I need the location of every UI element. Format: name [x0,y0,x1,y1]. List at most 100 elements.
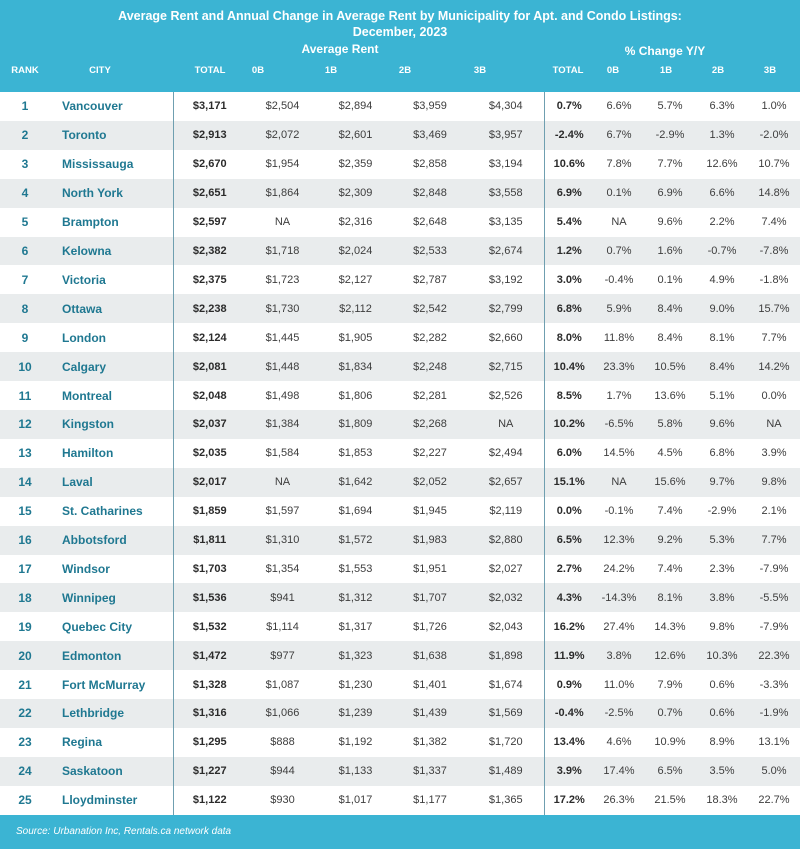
city-cell: Laval [50,467,173,497]
pct-change-0b-cell: 12.3% [594,525,644,555]
pct-change-2b-cell: 10.3% [696,641,748,671]
avg-rent-total-cell: $2,238 [172,294,246,324]
avg-rent-3b-cell: $2,880 [468,525,544,555]
pct-change-1b-cell: 1.6% [644,236,696,266]
pct-change-2b-cell: 9.6% [696,409,748,439]
avg-rent-2b-cell: $3,469 [392,120,468,150]
pct-change-total-cell: 0.7% [543,92,594,121]
avg-rent-1b-cell: $1,239 [319,699,392,728]
pct-change-1b-cell: 8.1% [644,583,696,613]
avg-rent-2b-cell: $2,787 [413,273,447,286]
rank-cell: 5 [21,215,29,230]
avg-rent-0b-cell: $888 [270,736,295,749]
pct-change-1b-cell: 6.9% [644,178,696,208]
city-cell: Windsor [62,561,110,576]
table-row: 11 Montreal $2,048 $1,498 $1,806 $2,281 $2,526… [0,381,800,410]
city-cell: Lloydminster [62,793,138,808]
avg-rent-1b-cell: $1,806 [338,389,373,402]
avg-rent-total-cell: $2,035 [172,438,246,468]
avg-rent-1b-cell: $1,312 [319,583,392,613]
pct-change-2b-cell: 8.4% [696,352,748,382]
pct-change-0b-cell: NA [611,216,627,229]
pct-change-2b-cell: 9.7% [696,467,748,497]
city-cell: Hamilton [62,446,114,461]
city-cell: Winnipeg [50,583,173,613]
table-row: 13 Hamilton $2,035 $1,584 $1,853 $2,227 $2,494… [0,438,800,468]
rank-cell: 12 [0,409,50,439]
avg-rent-1b-cell: $1,905 [338,331,373,344]
avg-rent-0b-cell: $944 [246,756,319,786]
table-row: 22 Lethbridge $1,316 $1,066 $1,239 $1,439 $1,5… [0,699,800,728]
avg-rent-0b-cell: $977 [246,641,319,671]
rank-cell: 18 [0,583,50,613]
avg-rent-3b-cell: $3,194 [488,158,523,171]
pct-change-total-cell: 3.9% [543,756,594,786]
avg-rent-3b-cell: $2,674 [468,236,544,266]
avg-rent-2b-cell: $2,248 [392,352,468,382]
pct-change-3b-cell: 10.7% [758,158,790,171]
pct-change-total-cell: 8.0% [543,323,594,353]
table-row: 8 Ottawa $2,238 $1,730 $2,112 $2,542 $2,799 6.8… [0,294,800,324]
pct-change-total-cell: 13.4% [543,727,594,757]
avg-rent-0b-cell: $930 [270,794,295,807]
avg-rent-1b-cell: $1,853 [338,447,373,460]
pct-change-1b-cell: 5.7% [657,100,683,113]
avg-rent-1b-cell: $1,133 [319,756,392,786]
pct-change-1b-cell: 7.4% [657,505,683,518]
pct-change-2b-cell: 2.3% [709,562,735,575]
avg-rent-2b-cell: $1,945 [413,505,447,518]
pct-change-0b-cell: 0.1% [594,178,644,208]
column-header: 1B [659,65,673,76]
avg-rent-2b-cell: $2,533 [392,236,468,266]
pct-change-1b-cell: 10.9% [654,736,686,749]
pct-change-0b-cell: 3.8% [594,641,644,671]
city-cell: Kelowna [50,236,173,266]
avg-rent-2b-cell: $2,052 [392,467,468,497]
table-row: 9 London $2,124 $1,445 $1,905 $2,282 $2,660 8.0… [0,323,800,353]
city-cell: Victoria [62,272,106,287]
pct-change-3b-cell: -1.9% [748,699,800,728]
pct-change-total-cell: 3.0% [543,265,594,295]
pct-change-3b-cell: -1.8% [759,273,789,286]
avg-rent-total-cell: $1,811 [172,525,246,555]
avg-rent-total-cell: $3,171 [172,92,246,121]
pct-change-2b-cell: 6.6% [696,178,748,208]
column-header: 3B [473,65,487,76]
city-cell: St. Catharines [62,504,143,519]
avg-rent-0b-cell: $1,864 [246,178,319,208]
group-label-average-rent: Average Rent [301,42,379,56]
pct-change-2b-cell: -2.9% [707,505,737,518]
avg-rent-total-cell: $2,913 [172,120,246,150]
avg-rent-0b-cell: $1,384 [246,409,319,439]
avg-rent-2b-cell: $2,281 [413,389,447,402]
rank-cell: 6 [0,236,50,266]
pct-change-1b-cell: -2.9% [644,120,696,150]
pct-change-0b-cell: 11.8% [603,331,635,344]
rank-cell: 2 [0,120,50,150]
rank-cell: 24 [0,756,50,786]
table-row: 20 Edmonton $1,472 $977 $1,323 $1,638 $1,898 11… [0,641,800,671]
avg-rent-1b-cell: $1,553 [338,562,373,575]
avg-rent-2b-cell: $1,337 [392,756,468,786]
pct-change-3b-cell: -3.3% [759,678,789,691]
city-cell: Vancouver [62,99,123,114]
avg-rent-0b-cell: $941 [246,583,319,613]
column-header: CITY [89,65,111,76]
pct-change-1b-cell: 9.2% [644,525,696,555]
pct-change-0b-cell: 0.7% [594,236,644,266]
pct-change-total-cell: 1.2% [543,236,594,266]
city-cell: Toronto [50,120,173,150]
avg-rent-3b-cell: $1,898 [468,641,544,671]
rank-cell: 9 [21,330,29,345]
rank-cell: 22 [0,699,50,728]
avg-rent-total-cell: $2,081 [172,352,246,382]
table-row: 21 Fort McMurray $1,328 $1,087 $1,230 $1,401 $… [0,670,800,700]
avg-rent-1b-cell: $1,694 [338,505,373,518]
pct-change-2b-cell: 8.1% [709,331,735,344]
pct-change-total-cell: 0.0% [543,496,594,526]
avg-rent-3b-cell: $1,720 [488,736,523,749]
rent-table: 1 Vancouver $3,171 $2,504 $2,894 $3,959 $4,304… [0,92,800,815]
avg-rent-1b-cell: $2,601 [319,120,392,150]
avg-rent-1b-cell: $1,572 [319,525,392,555]
avg-rent-3b-cell: $3,192 [488,273,523,286]
